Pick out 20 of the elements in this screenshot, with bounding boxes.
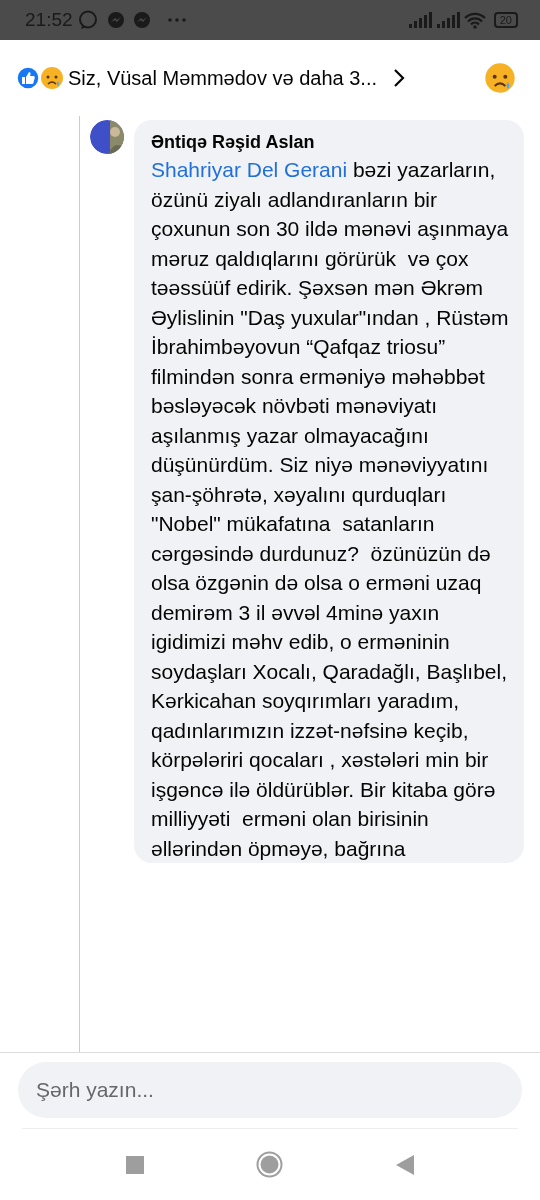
author-name[interactable]: Əntiqə Rəşid Aslan: [151, 129, 510, 155]
back-icon[interactable]: [395, 1154, 414, 1175]
sad-reaction-icon[interactable]: [484, 62, 516, 94]
reactions-summary[interactable]: Siz, Vüsal Məmmədov və daha 3...: [68, 63, 378, 93]
sad-reaction-icon: [40, 66, 64, 90]
messenger-icon: [106, 11, 125, 29]
avatar[interactable]: [90, 120, 124, 154]
comment-text: Shahriyar Del Gerani bəzi yazarların, özünü ziyalı adlandıranların bir çoxunun son 30 ildə mənəvi aşınmaya məruz qaldıqlarını görürük və çox təəssüüf edirik. Şəxsən mən Əkrəm Əylislinin "Daş yuxular"ından , Rüstəm İbrahimbəyovun “Qafqaz triosu” filmindən sonra erməniyə məhəbbət bəsləyəcək növbəti mənəviyatı aşılanmış yazar olmayacağını düşünürdüm. Siz niyə mənəviyyatını şan-şöhrətə, xəyalını qurduqları "Nobel" mükafatına satanların cərgəsində durdunuz? özünüzün də olsa özgənin də olsa o erməni uzaq demirəm 3 il əvvəl 4minə yaxın igidimizi məhv edib, o erməninin soydaşları Xocalı, Qaradağlı, Başlıbel, Kərkicahan soyqırımları yaradım, qadınlarımızın izzət-nəfsinə keçib, körpələriri qocaları , xəstələri min bir işgəncə ilə öldürüblər. Bir kitaba görə milliyyəti erməni olan birisinin əllərindən öpməyə, bağrına: [151, 157, 510, 862]
mention-link[interactable]: Shahriyar Del Gerani: [151, 158, 348, 181]
chevron-right-icon[interactable]: [393, 68, 406, 88]
more-icon: [166, 17, 187, 23]
home-icon[interactable]: [256, 1151, 284, 1178]
messenger-icon: [132, 11, 151, 29]
whatsapp-icon: [76, 9, 99, 31]
comment-input-field[interactable]: Şərh yazın...: [18, 1062, 522, 1118]
wifi-icon: [463, 11, 486, 29]
signal-icon: [435, 12, 460, 28]
like-reaction-icon: [16, 66, 40, 90]
recents-icon[interactable]: [126, 1155, 145, 1174]
signal-icon: [407, 12, 432, 28]
